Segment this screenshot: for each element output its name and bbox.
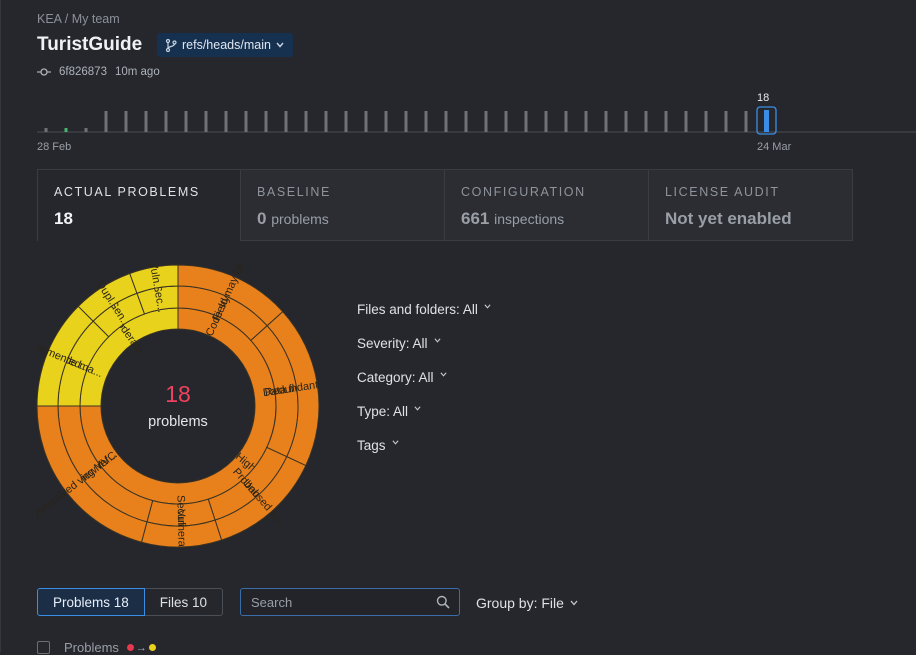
search-input[interactable] [251, 594, 431, 610]
filter-type[interactable]: Type: All [357, 404, 491, 438]
timeline-bar[interactable] [44, 128, 48, 132]
sunburst-label: Vulnerabl... [175, 509, 188, 548]
tab-actual-problems[interactable]: ACTUAL PROBLEMS 18 [37, 169, 241, 241]
timeline-bar[interactable] [644, 111, 648, 132]
list-header: Problems → [37, 640, 156, 655]
timeline-bar[interactable] [184, 111, 188, 132]
tab-label: ACTUAL PROBLEMS [54, 185, 200, 199]
timeline-bar[interactable] [164, 111, 168, 132]
tab-sub: problems [271, 211, 329, 227]
timeline-bar[interactable] [304, 111, 308, 132]
timeline-bar[interactable] [584, 111, 588, 132]
timeline-bar[interactable] [564, 111, 568, 132]
timeline-bar[interactable] [84, 128, 88, 132]
tab-value: 18 [54, 209, 73, 228]
filter-label: Tags [357, 438, 386, 453]
timeline-selected-fill [764, 110, 769, 132]
timeline-bar[interactable] [224, 111, 228, 132]
timeline-start-label: 28 Feb [37, 141, 71, 153]
chevron-down-icon [414, 406, 421, 411]
chevron-down-icon [484, 304, 491, 309]
timeline-bar[interactable] [464, 111, 468, 132]
group-by-selector[interactable]: Group by: File [476, 595, 578, 611]
tab-baseline[interactable]: BASELINE 0 problems [241, 169, 445, 241]
filter-files-folders[interactable]: Files and folders: All [357, 302, 491, 336]
tab-license-audit[interactable]: LICENSE AUDIT Not yet enabled [649, 169, 853, 241]
timeline-bar[interactable] [244, 111, 248, 132]
tab-value: Not yet enabled [665, 209, 792, 228]
timeline-bar[interactable] [664, 111, 668, 132]
timeline-bar[interactable] [724, 111, 728, 132]
tab-configuration[interactable]: CONFIGURATION 661 inspections [445, 169, 649, 241]
summary-tabs: ACTUAL PROBLEMS 18 BASELINE 0 problems C… [37, 169, 854, 241]
timeline-bar[interactable] [524, 111, 528, 132]
timeline-end-label: 24 Mar [757, 141, 792, 153]
timeline-bar[interactable] [704, 111, 708, 132]
view-toggle: Problems 18 Files 10 [37, 588, 224, 616]
timeline-bar[interactable] [624, 111, 628, 132]
timeline-bar[interactable] [504, 111, 508, 132]
timeline-bar[interactable] [124, 111, 128, 132]
list-header-label[interactable]: Problems [64, 640, 119, 655]
chevron-down-icon [391, 440, 399, 445]
timeline-bar[interactable] [424, 111, 428, 132]
filter-label: Severity: All [357, 336, 428, 351]
tab-sub: inspections [494, 211, 565, 227]
tab-label: LICENSE AUDIT [665, 185, 780, 199]
timeline-bar[interactable] [364, 111, 368, 132]
timeline-bar[interactable] [144, 111, 148, 132]
chevron-down-icon [570, 600, 578, 606]
chevron-down-icon [434, 338, 441, 343]
filter-label: Files and folders: All [357, 302, 478, 317]
center-count: 18 [165, 381, 191, 407]
filter-category[interactable]: Category: All [357, 370, 491, 404]
filter-severity[interactable]: Severity: All [357, 336, 491, 370]
timeline-bar[interactable] [384, 111, 388, 132]
search-icon[interactable] [436, 595, 450, 609]
search-box[interactable] [240, 588, 460, 616]
group-by-label: Group by: File [476, 595, 564, 611]
timeline-bar[interactable] [484, 111, 488, 132]
tab-value: 661 [461, 209, 490, 228]
timeline-bar[interactable] [324, 111, 328, 132]
timeline-selected-value: 18 [757, 92, 769, 104]
timeline-bar[interactable] [404, 111, 408, 132]
select-all-checkbox[interactable] [37, 641, 50, 654]
tab-value: 0 [257, 209, 267, 228]
center-label: problems [148, 414, 208, 430]
tab-label: CONFIGURATION [461, 185, 586, 199]
timeline-bar[interactable] [284, 111, 288, 132]
timeline-bar[interactable] [64, 128, 68, 132]
timeline-bar[interactable] [264, 111, 268, 132]
files-toggle-button[interactable]: Files 10 [144, 588, 224, 616]
timeline-bar[interactable] [544, 111, 548, 132]
severity-dot-from [126, 644, 134, 651]
filter-panel: Files and folders: All Severity: All Cat… [357, 302, 491, 472]
timeline-bar[interactable] [104, 111, 108, 132]
timeline-bar[interactable] [344, 111, 348, 132]
chevron-down-icon [440, 372, 447, 377]
timeline-bar[interactable] [744, 111, 748, 132]
filter-tags[interactable]: Tags [357, 438, 491, 472]
problems-toggle-button[interactable]: Problems 18 [37, 588, 145, 616]
timeline-bar[interactable] [444, 111, 448, 132]
filter-label: Category: All [357, 370, 434, 385]
tab-label: BASELINE [257, 185, 331, 199]
severity-dot-to [148, 644, 156, 651]
history-timeline[interactable]: 18 28 Feb 24 Mar [0, 0, 916, 160]
timeline-bar[interactable] [684, 111, 688, 132]
timeline-bar[interactable] [204, 111, 208, 132]
timeline-bar[interactable] [604, 111, 608, 132]
problems-sunburst-chart[interactable]: ModerateHighCode ma...Gen... Sec... Code s… [36, 264, 320, 548]
filter-label: Type: All [357, 404, 409, 419]
